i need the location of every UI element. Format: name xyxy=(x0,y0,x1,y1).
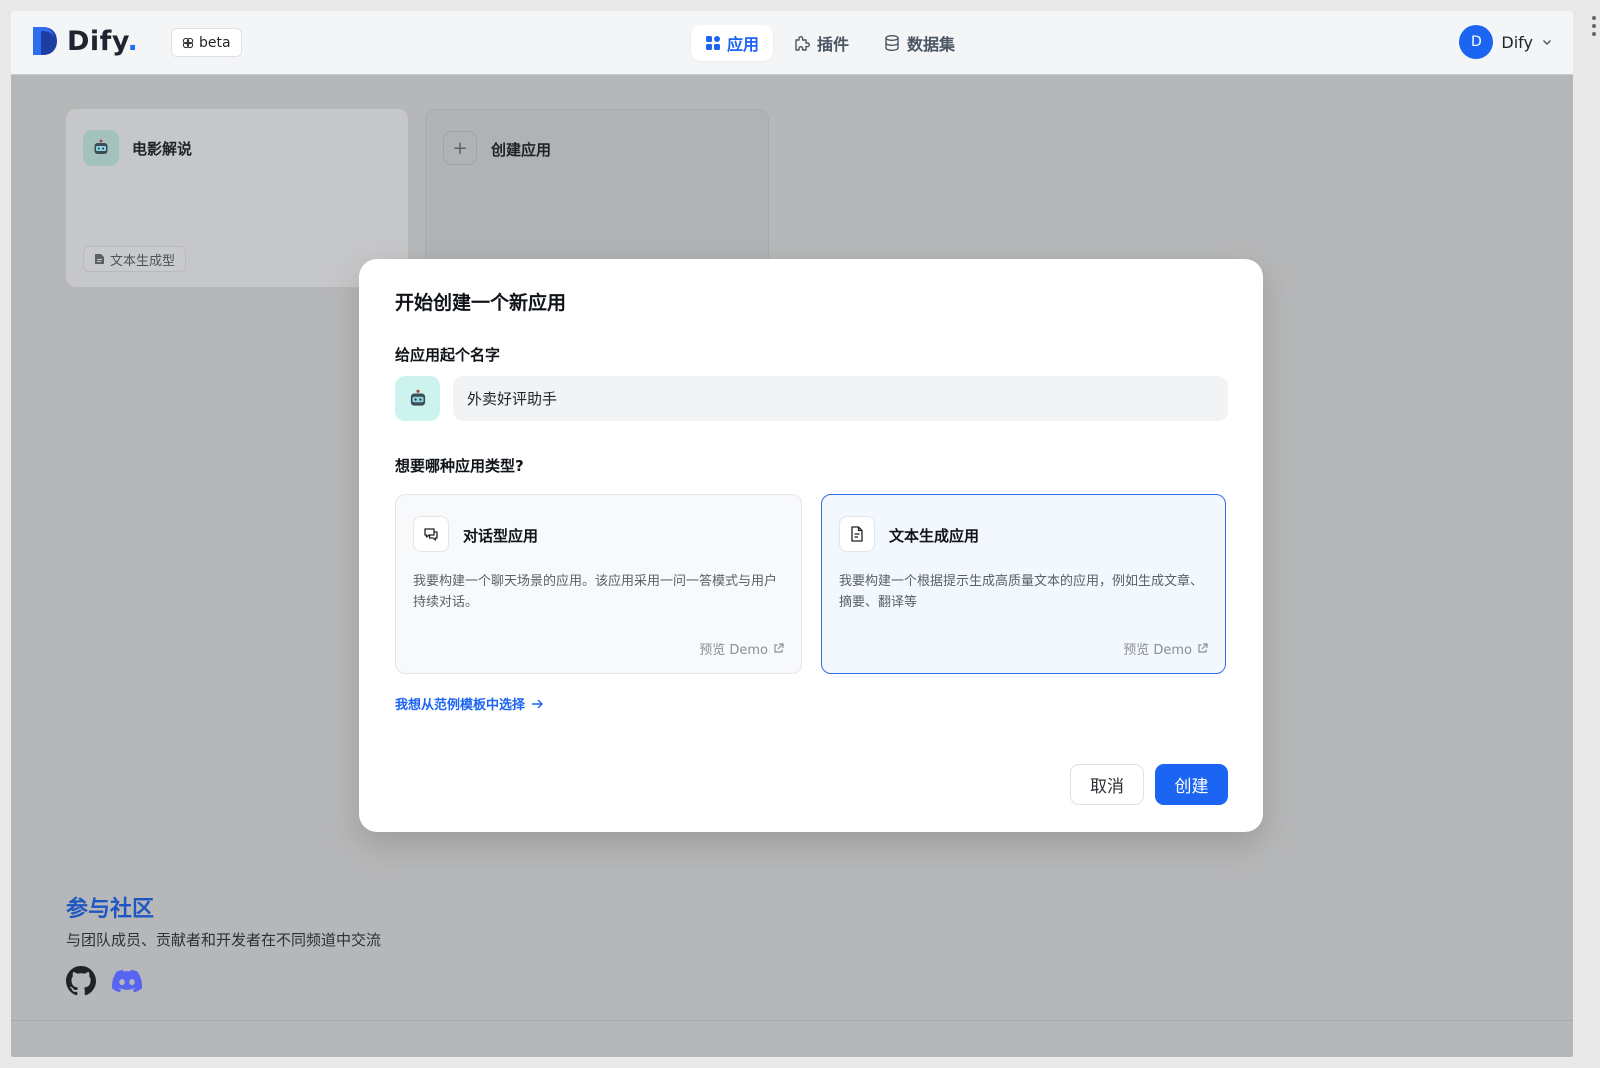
puzzle-icon xyxy=(795,36,810,51)
beta-badge: beta xyxy=(171,28,242,57)
type-chat-demo-label: 预览 Demo xyxy=(699,643,768,658)
type-text-description: 我要构建一个根据提示生成高质量文本的应用，例如生成文章、摘要、翻译等 xyxy=(839,574,1204,610)
chat-bubble-icon xyxy=(424,528,438,541)
app-card[interactable]: 电影解说 文本生成型 xyxy=(66,109,408,287)
document-icon xyxy=(95,254,104,264)
external-link-icon xyxy=(1198,643,1208,653)
discord-icon[interactable] xyxy=(112,966,142,996)
nav-apps[interactable]: 应用 xyxy=(691,25,774,61)
type-text-demo-link[interactable]: 预览 Demo xyxy=(1123,639,1208,658)
create-button[interactable]: 创建 xyxy=(1155,764,1228,805)
nav-apps-label: 应用 xyxy=(727,35,760,54)
community-section: 参与社区 与团队成员、贡献者和开发者在不同频道中交流 xyxy=(66,891,381,996)
app-type-label: 想要哪种应用类型? xyxy=(395,457,524,475)
arrow-right-icon xyxy=(532,699,544,708)
app-window: Dify. beta 应用 插件 数据集 D Dify 电影解说 文本生成型 +… xyxy=(11,11,1573,1057)
type-chat-demo-link[interactable]: 预览 Demo xyxy=(699,639,784,658)
nav-plugins[interactable]: 插件 xyxy=(779,25,863,61)
logo-mark-icon xyxy=(33,27,57,55)
user-menu[interactable]: D Dify xyxy=(1459,25,1553,59)
type-chat-description: 我要构建一个聊天场景的应用。该应用采用一问一答模式与用户持续对话。 xyxy=(413,574,778,610)
type-text-title: 文本生成应用 xyxy=(889,527,980,545)
document-icon xyxy=(851,526,863,542)
app-type-tag-label: 文本生成型 xyxy=(110,253,176,269)
app-type-tag: 文本生成型 xyxy=(83,246,187,272)
type-option-chat[interactable]: 对话型应用 我要构建一个聊天场景的应用。该应用采用一问一答模式与用户持续对话。 … xyxy=(395,494,802,674)
type-chat-icon-box xyxy=(413,516,449,552)
type-option-text-generation[interactable]: 文本生成应用 我要构建一个根据提示生成高质量文本的应用，例如生成文章、摘要、翻译… xyxy=(821,494,1226,674)
choose-template-label: 我想从范例模板中选择 xyxy=(395,698,526,713)
modal-title: 开始创建一个新应用 xyxy=(395,292,567,314)
main-nav: 应用 插件 数据集 xyxy=(691,25,969,61)
dify-logo[interactable]: Dify. xyxy=(31,25,138,57)
create-app-modal: 开始创建一个新应用 给应用起个名字 想要哪种应用类型? 对话型应用 我要构建一个… xyxy=(359,259,1263,832)
type-text-icon-box xyxy=(839,516,875,552)
beta-label: beta xyxy=(199,34,231,51)
database-icon xyxy=(885,35,899,52)
external-link-icon xyxy=(774,643,784,653)
window-more-icon[interactable] xyxy=(1589,14,1599,38)
app-card-title: 电影解说 xyxy=(132,140,193,158)
robot-icon xyxy=(410,389,425,406)
plus-icon: + xyxy=(443,131,477,165)
type-chat-title: 对话型应用 xyxy=(463,527,539,545)
community-title: 参与社区 xyxy=(66,897,155,922)
nav-plugins-label: 插件 xyxy=(817,35,850,54)
choose-template-link[interactable]: 我想从范例模板中选择 xyxy=(395,694,544,713)
github-logo-icon xyxy=(182,37,194,48)
logo-text: Dify. xyxy=(67,25,139,57)
chevron-down-icon xyxy=(1543,40,1551,45)
nav-datasets-label: 数据集 xyxy=(907,35,956,54)
top-navbar: Dify. beta 应用 插件 数据集 D Dify xyxy=(11,11,1573,75)
create-app-label: 创建应用 xyxy=(491,141,552,159)
user-name: Dify xyxy=(1501,32,1533,52)
github-icon[interactable] xyxy=(66,966,96,996)
cancel-button[interactable]: 取消 xyxy=(1070,764,1144,805)
app-icon-picker[interactable] xyxy=(395,376,440,421)
grid-icon xyxy=(706,36,720,50)
type-text-demo-label: 预览 Demo xyxy=(1123,643,1192,658)
community-description: 与团队成员、贡献者和开发者在不同频道中交流 xyxy=(66,931,382,949)
app-name-input[interactable] xyxy=(453,376,1228,421)
robot-icon xyxy=(94,139,108,154)
footer-divider xyxy=(11,1020,1573,1021)
community-links xyxy=(66,966,381,996)
app-name-label: 给应用起个名字 xyxy=(395,346,501,364)
app-card-icon xyxy=(83,130,119,166)
avatar: D xyxy=(1459,25,1494,59)
nav-datasets[interactable]: 数据集 xyxy=(869,25,969,61)
